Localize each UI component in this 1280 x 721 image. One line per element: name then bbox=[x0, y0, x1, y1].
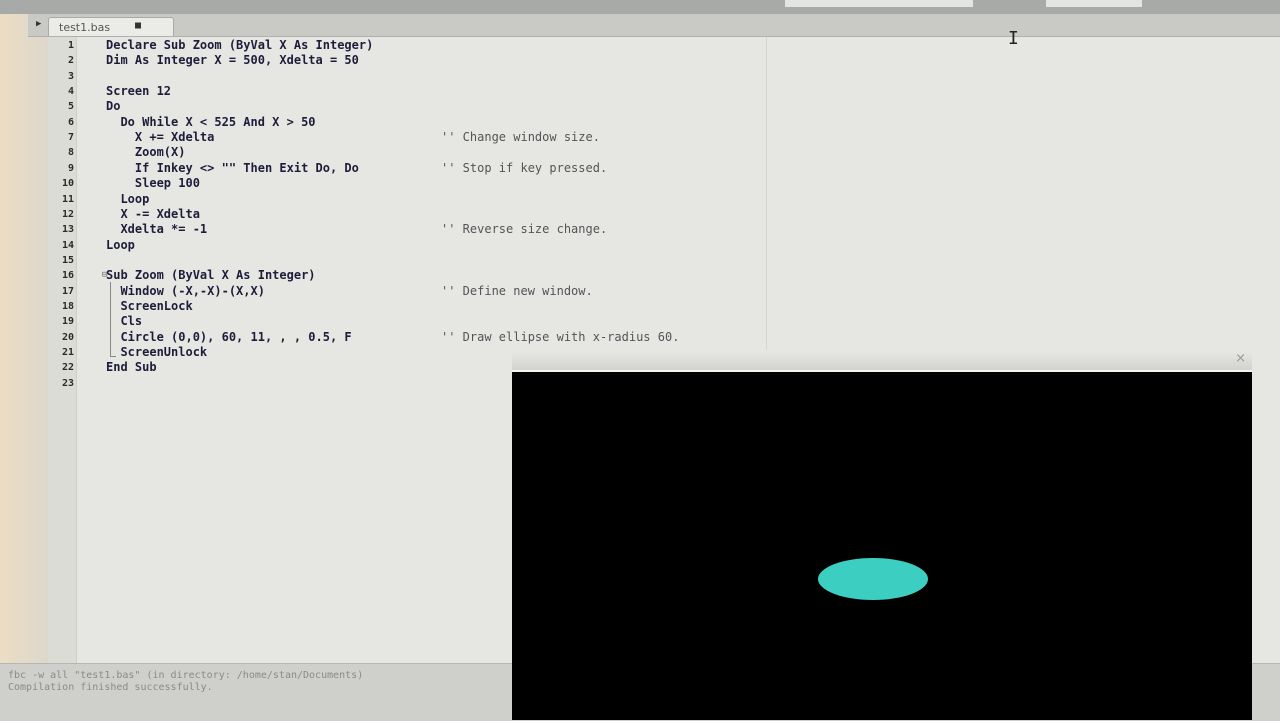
code-text: Circle (0,0), 60, 11, , , 0.5, F bbox=[106, 329, 352, 344]
line-number: 22 bbox=[61, 362, 74, 374]
tab-bar: ▶ test1.bas ■ bbox=[28, 14, 1280, 37]
code-line[interactable]: 13 Xdelta *= -1 '' Reverse size change. bbox=[48, 222, 1248, 237]
code-line[interactable]: 18 ScreenLock bbox=[48, 299, 1248, 314]
code-comment: '' Reverse size change. bbox=[441, 222, 608, 237]
code-text: Window (-X,-X)-(X,X) bbox=[106, 283, 265, 298]
code-text: ScreenUnlock bbox=[106, 345, 208, 359]
line-number: 21 bbox=[61, 347, 74, 358]
compiler-message: fbc -w all "test1.bas" (in directory: /h… bbox=[8, 670, 364, 681]
code-line[interactable]: 15 bbox=[48, 253, 1248, 268]
code-line[interactable]: 8 Zoom(X) bbox=[48, 145, 1248, 160]
line-number: 5 bbox=[67, 101, 74, 113]
line-number: 19 bbox=[61, 316, 74, 328]
code-text: Do While X < 525 And X > 50 bbox=[106, 114, 316, 129]
line-number: 15 bbox=[61, 254, 74, 266]
line-number: 2 bbox=[67, 55, 74, 67]
line-number: 4 bbox=[67, 86, 74, 98]
code-text: Declare Sub Zoom (ByVal X As Integer) bbox=[106, 38, 374, 52]
code-text: Sub Zoom (ByVal X As Integer) bbox=[106, 268, 316, 283]
code-comment: '' Change window size. bbox=[441, 130, 600, 145]
line-number: 8 bbox=[67, 147, 74, 159]
line-number: 9 bbox=[67, 162, 74, 174]
code-line[interactable]: 16 Sub Zoom (ByVal X As Integer) ⊟ bbox=[48, 268, 1248, 283]
tab-scroll-arrow-icon[interactable]: ▶ bbox=[36, 19, 41, 29]
line-number: 10 bbox=[61, 178, 74, 190]
code-text: End Sub bbox=[106, 360, 157, 375]
tab-test1-bas[interactable]: test1.bas ■ bbox=[48, 17, 174, 36]
line-number: 20 bbox=[61, 331, 74, 343]
fold-guide-end bbox=[110, 356, 116, 357]
line-number: 1 bbox=[67, 40, 74, 51]
top-panel-item[interactable] bbox=[1046, 0, 1142, 7]
code-text: Loop bbox=[106, 237, 135, 252]
line-number: 16 bbox=[61, 270, 74, 282]
code-line[interactable]: 14 Loop bbox=[48, 238, 1248, 253]
tab-modified-icon[interactable]: ■ bbox=[135, 20, 141, 31]
code-text: Do bbox=[106, 99, 121, 114]
code-comment: '' Draw ellipse with x-radius 60. bbox=[441, 329, 680, 344]
close-icon[interactable]: × bbox=[1235, 351, 1246, 366]
code-line[interactable]: 17 Window (-X,-X)-(X,X) '' Define new win… bbox=[48, 284, 1248, 299]
top-panel bbox=[0, 0, 1280, 14]
code-line[interactable]: 4 Screen 12 bbox=[48, 84, 1248, 99]
code-line[interactable]: 6 Do While X < 525 And X > 50 bbox=[48, 115, 1248, 130]
line-number: 17 bbox=[61, 285, 74, 297]
code-line[interactable]: 3 bbox=[48, 69, 1248, 84]
line-number: 14 bbox=[61, 239, 74, 251]
tab-label: test1.bas bbox=[59, 21, 111, 34]
code-line[interactable]: 19 Cls bbox=[48, 314, 1248, 329]
code-line[interactable]: 11 Loop bbox=[48, 192, 1248, 207]
code-text: Zoom(X) bbox=[106, 145, 186, 160]
drawn-ellipse bbox=[818, 558, 928, 600]
code-line[interactable]: 5 Do bbox=[48, 99, 1248, 114]
line-number: 7 bbox=[67, 132, 74, 144]
code-line[interactable]: 2 Dim As Integer X = 500, Xdelta = 50 bbox=[48, 53, 1248, 68]
line-number: 12 bbox=[61, 208, 74, 220]
code-text: X += Xdelta bbox=[106, 130, 215, 145]
code-line[interactable]: 12 X -= Xdelta bbox=[48, 207, 1248, 222]
graphics-output-window[interactable]: × bbox=[512, 350, 1252, 720]
sidebar-strip bbox=[0, 14, 48, 664]
top-panel-item[interactable] bbox=[785, 0, 973, 7]
line-number: 18 bbox=[61, 300, 74, 312]
line-number: 3 bbox=[67, 70, 74, 82]
text-cursor-icon: I bbox=[1008, 28, 1019, 49]
fold-toggle-icon[interactable]: ⊟ bbox=[102, 268, 107, 283]
code-line[interactable]: 10 Sleep 100 bbox=[48, 176, 1248, 191]
line-number: 23 bbox=[61, 377, 74, 389]
code-text: Sleep 100 bbox=[106, 176, 200, 191]
line-number: 13 bbox=[61, 224, 74, 236]
graphics-window-titlebar[interactable]: × bbox=[512, 350, 1252, 372]
code-text: Loop bbox=[106, 191, 150, 206]
fold-guide bbox=[110, 282, 111, 356]
compiler-status: Compilation finished successfully. bbox=[8, 682, 213, 693]
code-text: Dim As Integer X = 500, Xdelta = 50 bbox=[106, 53, 359, 68]
line-number: 6 bbox=[67, 116, 74, 128]
line-number: 11 bbox=[61, 193, 74, 205]
code-line[interactable]: 7 X += Xdelta '' Change window size. bbox=[48, 130, 1248, 145]
code-text: Xdelta *= -1 bbox=[106, 222, 208, 237]
code-line[interactable]: 9 If Inkey <> "" Then Exit Do, Do '' Stop… bbox=[48, 161, 1248, 176]
code-text: Screen 12 bbox=[106, 84, 172, 99]
code-comment: '' Stop if key pressed. bbox=[441, 160, 608, 175]
code-line[interactable]: 1 Declare Sub Zoom (ByVal X As Integer) bbox=[48, 38, 1248, 53]
code-text: X -= Xdelta bbox=[106, 206, 200, 221]
code-text: Cls bbox=[106, 314, 143, 329]
code-line[interactable]: 20 Circle (0,0), 60, 11, , , 0.5, F '' Dr… bbox=[48, 330, 1248, 345]
code-text: If Inkey <> "" Then Exit Do, Do bbox=[106, 160, 359, 175]
code-comment: '' Define new window. bbox=[441, 283, 593, 298]
code-text: ScreenLock bbox=[106, 298, 193, 313]
